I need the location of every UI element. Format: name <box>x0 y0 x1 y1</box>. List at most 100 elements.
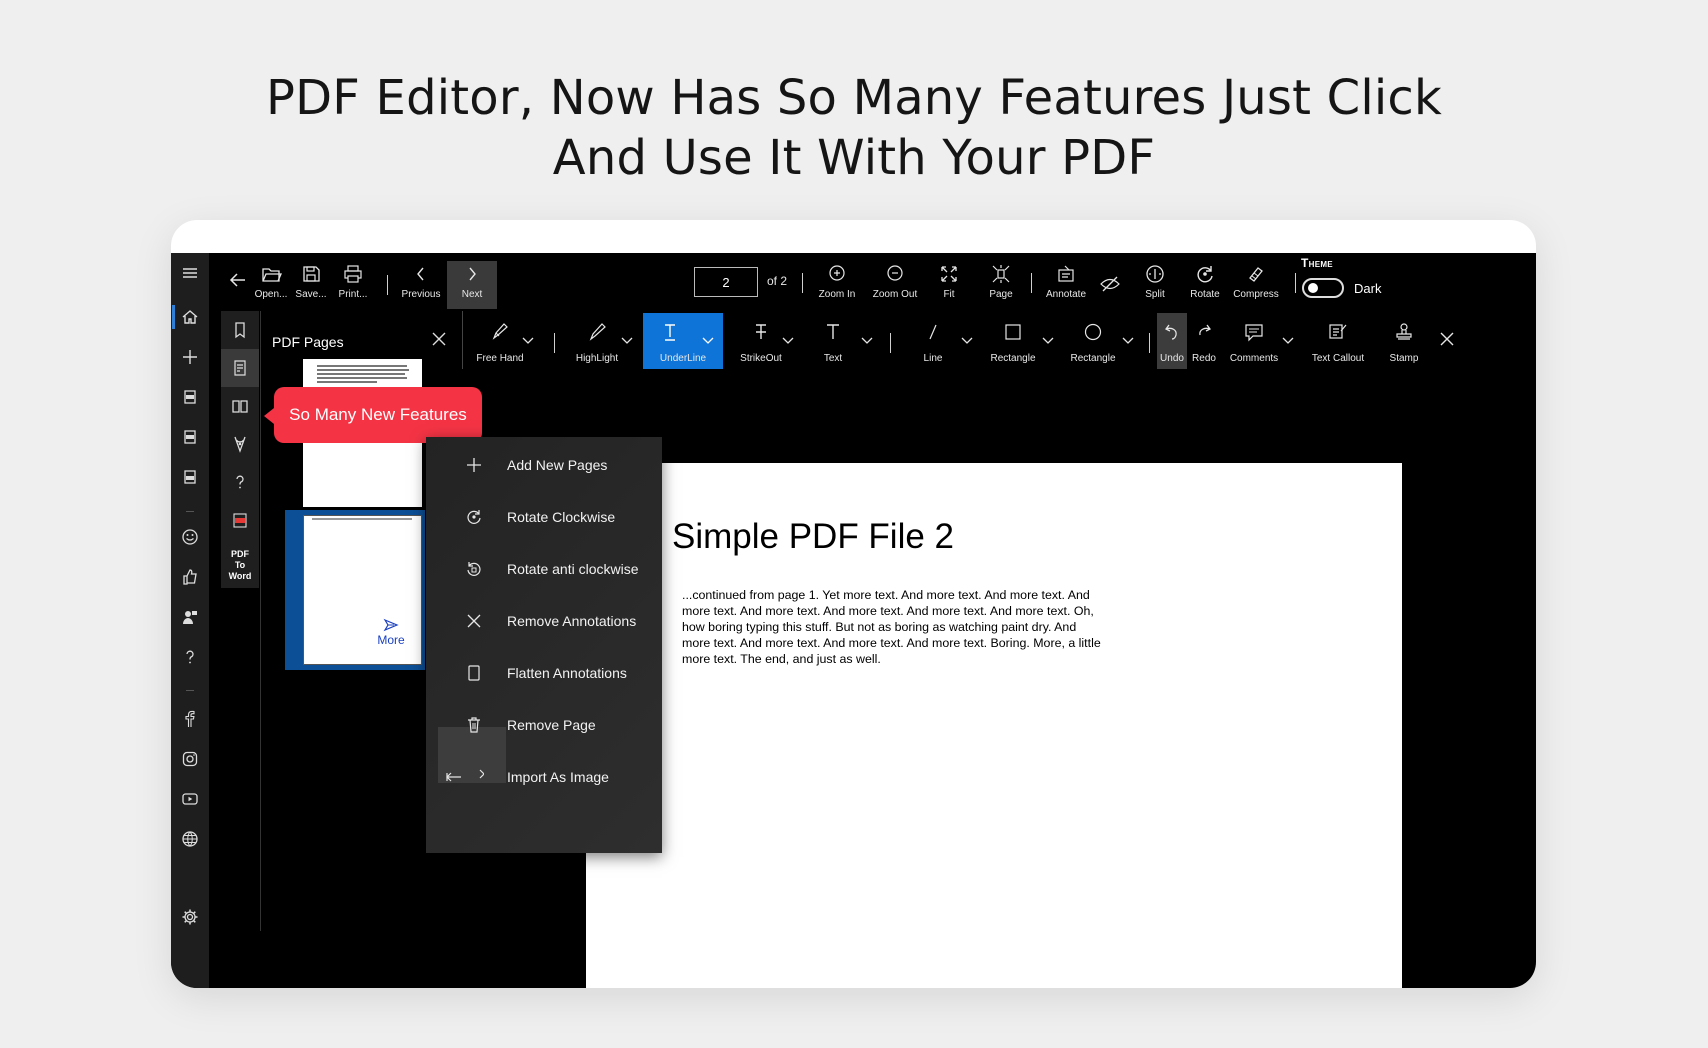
line-tool[interactable]: Line <box>901 313 965 369</box>
chevron-right-icon <box>469 267 476 281</box>
chevron-down-icon[interactable] <box>1281 333 1295 347</box>
menu-item-rotate-clockwise[interactable]: Rotate Clockwise <box>426 489 662 545</box>
back-button[interactable] <box>223 267 253 315</box>
thumbnail-text-line <box>317 377 407 379</box>
chevron-down-icon[interactable] <box>960 333 974 347</box>
menu-item-remove-annotations[interactable]: Remove Annotations <box>426 593 662 649</box>
menu-item-remove-page[interactable]: Remove Page <box>426 697 662 753</box>
chevron-down-icon[interactable] <box>1121 333 1135 347</box>
document-body: ...continued from page 1. Yet more text.… <box>682 588 1101 666</box>
headline-line-2: And Use It With Your PDF <box>552 130 1156 186</box>
undo-button[interactable]: Undo <box>1157 313 1187 369</box>
pdf-print-icon[interactable] <box>171 459 209 495</box>
more-button[interactable]: More <box>373 617 409 647</box>
comments-button[interactable]: Comments <box>1223 313 1285 369</box>
annotate-button[interactable]: Annotate <box>1043 261 1089 309</box>
open-button[interactable]: Open... <box>253 261 289 309</box>
fit-button[interactable]: Fit <box>929 261 969 309</box>
menu-item-label: Remove Page <box>507 717 596 733</box>
thumbnail-text-line <box>317 365 407 367</box>
previous-label: Previous <box>401 289 441 300</box>
split-icon <box>1146 265 1164 283</box>
underline-icon <box>665 324 675 341</box>
split-button[interactable]: Split <box>1137 261 1173 309</box>
menu-item-label: Import As Image <box>507 769 609 785</box>
text-callout-icon <box>1329 324 1347 339</box>
instagram-icon[interactable] <box>171 741 209 777</box>
pencil-icon <box>492 323 508 340</box>
smiley-icon[interactable] <box>171 519 209 555</box>
close-annotate-icon[interactable] <box>1437 329 1457 349</box>
print-button[interactable]: Print... <box>333 261 373 309</box>
rotate-label: Rotate <box>1190 289 1220 300</box>
theme-title: Theme <box>1301 256 1333 270</box>
ellipse-tool[interactable]: Rectangle <box>1061 313 1125 369</box>
highlight-label: HighLight <box>575 353 619 364</box>
menu-item-import-as-image[interactable]: Import As Image <box>426 749 662 805</box>
add-icon[interactable] <box>171 339 209 375</box>
facebook-icon[interactable] <box>171 701 209 737</box>
panel-title: PDF Pages <box>272 334 344 350</box>
pages-tab[interactable] <box>221 349 259 387</box>
thumbs-up-icon[interactable] <box>171 559 209 595</box>
underline-label: UnderLine <box>659 353 707 364</box>
theme-toggle-knob <box>1308 283 1318 293</box>
reader-tab[interactable] <box>221 387 259 425</box>
chevron-down-icon[interactable] <box>521 333 535 347</box>
home-icon[interactable] <box>171 299 209 335</box>
free-hand-label: Free Hand <box>476 353 524 364</box>
chevron-down-icon[interactable] <box>1041 333 1055 347</box>
settings-gear-icon[interactable] <box>171 899 209 935</box>
menu-item-flatten-annotations[interactable]: Flatten Annotations <box>426 645 662 701</box>
menu-item-rotate-anti-clockwise[interactable]: Rotate anti clockwise <box>426 541 662 597</box>
chevron-down-icon[interactable] <box>860 333 874 347</box>
youtube-icon[interactable] <box>171 781 209 817</box>
bookmark-tab[interactable] <box>221 311 259 349</box>
menu-item-add-new-pages[interactable]: Add New Pages <box>426 437 662 493</box>
chevron-down-icon[interactable] <box>781 333 795 347</box>
toolbar-divider-3 <box>1031 273 1032 293</box>
stamp-label: Stamp <box>1389 353 1419 364</box>
annotate-divider <box>1149 333 1150 353</box>
globe-icon[interactable] <box>171 821 209 857</box>
compress-button[interactable]: Compress <box>1231 261 1281 309</box>
split-label: Split <box>1145 289 1165 300</box>
zoom-in-button[interactable]: Zoom In <box>813 261 861 309</box>
zoom-out-icon <box>887 265 903 281</box>
hamburger-menu-icon[interactable] <box>171 255 209 291</box>
pen-nib-icon <box>234 436 246 453</box>
theme-toggle[interactable] <box>1302 278 1344 298</box>
chevron-down-icon[interactable] <box>701 333 715 347</box>
pdf-convert-icon[interactable] <box>171 419 209 455</box>
panel-close-icon[interactable] <box>429 329 449 349</box>
rail-divider-2 <box>186 690 194 691</box>
thumbnail-text-line <box>317 369 409 371</box>
headline-line-1: PDF Editor, Now Has So Many Features Jus… <box>265 70 1442 126</box>
page-number-input[interactable]: 2 <box>694 267 758 297</box>
stamp-button[interactable]: Stamp <box>1379 313 1429 369</box>
page-icon <box>464 663 484 683</box>
text-icon <box>827 324 839 339</box>
chevron-down-icon[interactable] <box>620 333 634 347</box>
pdf-file-icon[interactable] <box>171 379 209 415</box>
rotate-button[interactable]: Rotate <box>1187 261 1223 309</box>
support-person-icon[interactable] <box>171 599 209 635</box>
text-callout-button[interactable]: Text Callout <box>1303 313 1373 369</box>
more-label: More <box>377 633 405 647</box>
redo-button[interactable]: Redo <box>1189 313 1219 369</box>
text-tool[interactable]: Text <box>803 313 863 369</box>
rectangle-tool[interactable]: Rectangle <box>981 313 1045 369</box>
strikeout-icon <box>756 324 766 339</box>
save-button[interactable]: Save... <box>293 261 329 309</box>
hide-annotations-button[interactable] <box>1095 261 1125 309</box>
pdf-to-word-tab[interactable] <box>221 501 259 539</box>
sign-tab[interactable] <box>221 425 259 463</box>
previous-button[interactable]: Previous <box>399 261 443 309</box>
ellipse-label: Rectangle <box>1070 353 1116 364</box>
page-total-label: of 2 <box>767 274 788 288</box>
help-icon[interactable] <box>171 639 209 675</box>
zoom-out-button[interactable]: Zoom Out <box>869 261 921 309</box>
page-button[interactable]: Page <box>981 261 1021 309</box>
help-tab[interactable] <box>221 463 259 501</box>
next-button[interactable]: Next <box>447 261 497 309</box>
